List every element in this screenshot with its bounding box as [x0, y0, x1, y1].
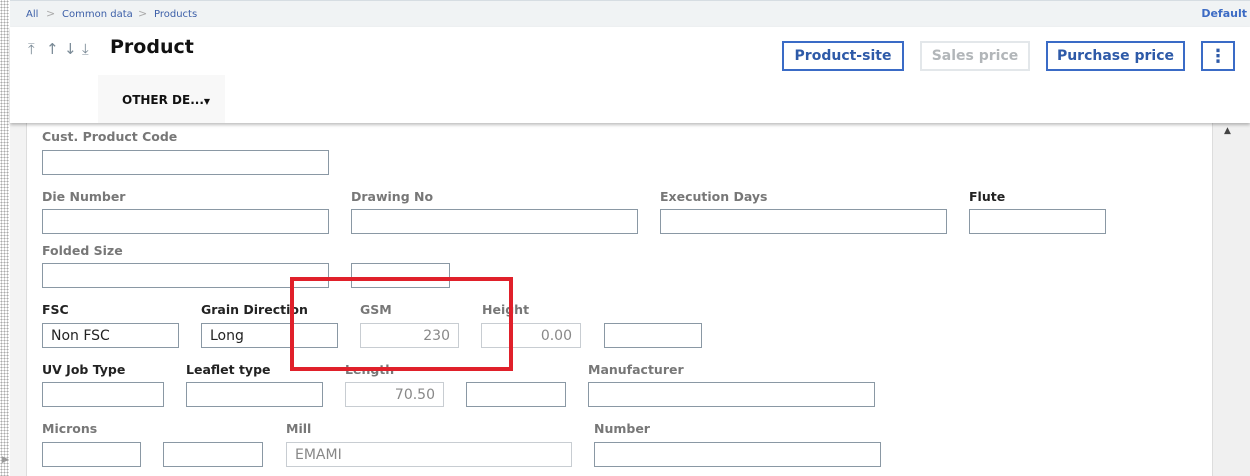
- flute-label: Flute: [969, 189, 1006, 204]
- scrollbar[interactable]: [1212, 123, 1250, 476]
- purchase-price-button[interactable]: Purchase price: [1046, 41, 1185, 71]
- number-input[interactable]: [594, 442, 881, 467]
- sales-price-button[interactable]: Sales price: [920, 41, 1030, 71]
- die-number-input[interactable]: [42, 209, 329, 234]
- cust-product-code-label: Cust. Product Code: [42, 129, 178, 144]
- scroll-up-icon[interactable]: ▲: [1224, 126, 1231, 136]
- cust-product-code-input[interactable]: [42, 150, 329, 175]
- last-record-icon[interactable]: ⤓: [82, 40, 89, 58]
- microns-input[interactable]: [42, 442, 141, 467]
- page-title: Product: [110, 36, 194, 58]
- length-unit-input[interactable]: [466, 382, 566, 407]
- fsc-input[interactable]: Non FSC: [42, 323, 179, 348]
- execution-days-label: Execution Days: [660, 189, 768, 204]
- drawing-no-input[interactable]: [351, 209, 638, 234]
- microns-unit-input[interactable]: [163, 442, 263, 467]
- caret-down-icon: ▼: [203, 97, 211, 106]
- manufacturer-label: Manufacturer: [588, 362, 684, 377]
- folded-size-label: Folded Size: [42, 243, 123, 258]
- manufacturer-input[interactable]: [588, 382, 875, 407]
- fsc-label: FSC: [42, 302, 69, 317]
- breadcrumb-products[interactable]: Products: [154, 9, 197, 20]
- die-number-label: Die Number: [42, 189, 126, 204]
- microns-label: Microns: [42, 421, 98, 436]
- expand-left-icon[interactable]: ▶: [2, 455, 9, 465]
- height-unit-input[interactable]: [604, 323, 702, 348]
- uv-job-type-label: UV Job Type: [42, 362, 126, 377]
- chevron-right-icon: >: [138, 7, 148, 20]
- previous-record-icon[interactable]: ↑: [46, 40, 59, 58]
- chevron-right-icon: >: [46, 7, 56, 20]
- breadcrumb-all[interactable]: All: [26, 9, 38, 20]
- drawing-no-label: Drawing No: [351, 189, 434, 204]
- length-input[interactable]: 70.50: [345, 382, 444, 407]
- number-label: Number: [594, 421, 650, 436]
- more-actions-button[interactable]: ⋮: [1201, 41, 1235, 71]
- flute-input[interactable]: [969, 209, 1106, 234]
- product-site-button[interactable]: Product-site: [782, 41, 904, 71]
- next-record-icon[interactable]: ↓: [64, 40, 77, 58]
- highlight-annotation-box: [290, 277, 513, 371]
- leaflet-type-label: Leaflet type: [186, 362, 271, 377]
- execution-days-input[interactable]: [660, 209, 947, 234]
- mill-input[interactable]: EMAMI: [286, 442, 572, 467]
- first-record-icon[interactable]: ⤒: [28, 40, 35, 58]
- breadcrumb-common-data[interactable]: Common data: [62, 9, 133, 20]
- view-selector[interactable]: Default: [1201, 7, 1247, 20]
- resize-handle[interactable]: [0, 0, 9, 476]
- uv-job-type-input[interactable]: [42, 382, 164, 407]
- mill-label: Mill: [286, 421, 312, 436]
- tab-text: OTHER DE...: [122, 93, 204, 107]
- leaflet-type-input[interactable]: [186, 382, 323, 407]
- tab-label: OTHER DE...▼: [122, 93, 210, 107]
- folded-size-input[interactable]: [42, 263, 329, 288]
